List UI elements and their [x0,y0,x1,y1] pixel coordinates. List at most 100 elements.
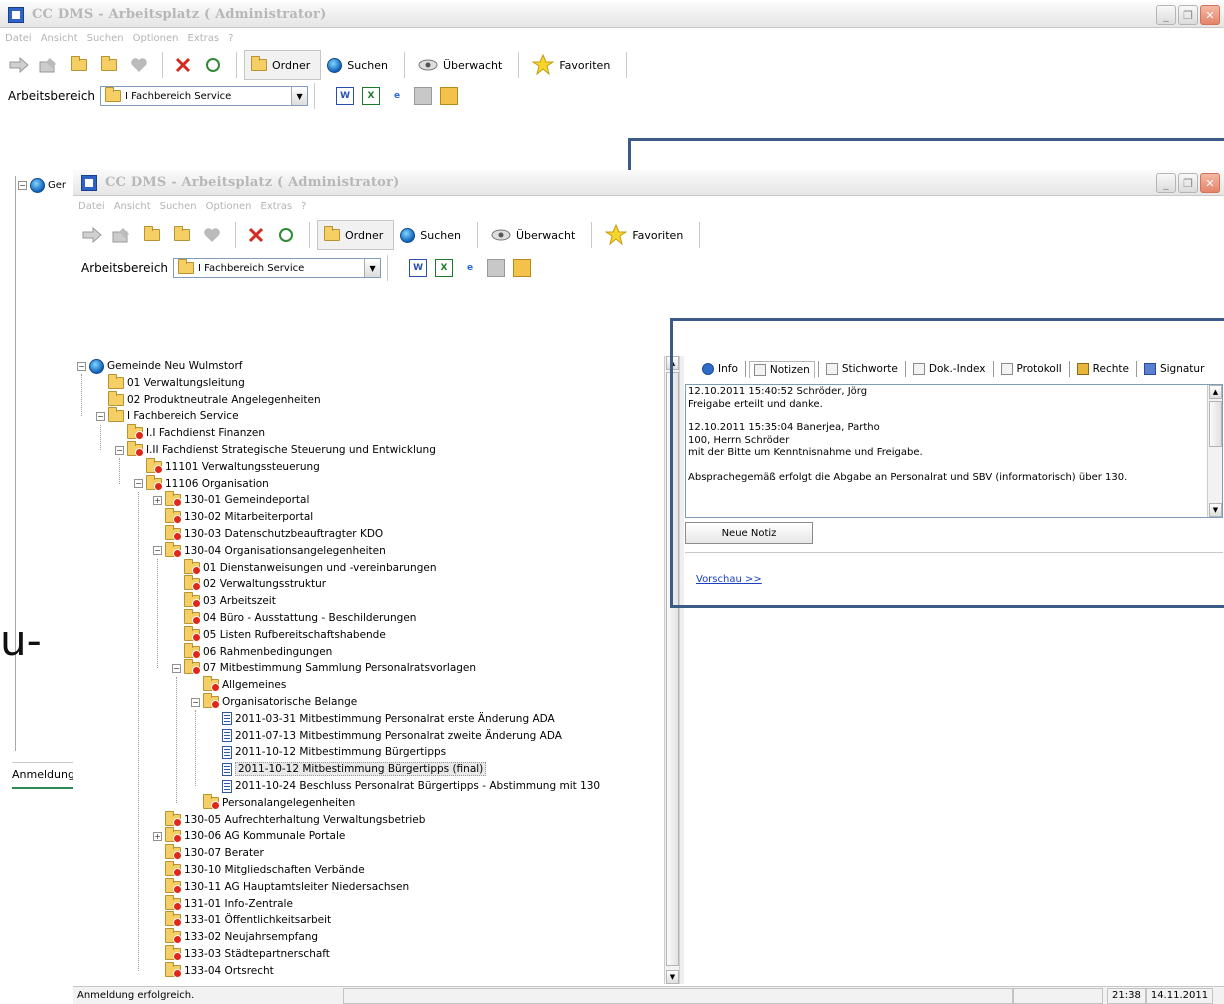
minimize-button[interactable]: _ [1156,5,1176,25]
suchen-button[interactable]: Suchen [321,50,398,80]
ueberwacht-button[interactable]: Überwacht [412,50,512,80]
menu-extras[interactable]: Extras [261,201,293,212]
tree-item-selected[interactable]: 2011-10-12 Mitbestimmung Bürgertipps (fi… [210,761,487,777]
folder-up-icon[interactable] [169,222,195,248]
excel-icon[interactable]: X [362,87,381,105]
collapse-icon[interactable]: − [134,479,143,489]
tree-item[interactable]: Personalangelegenheiten [191,793,355,811]
menu-optionen[interactable]: Optionen [133,33,179,44]
scanner-icon[interactable] [487,259,506,277]
tree-item[interactable]: 02 Produktneutrale Angelegenheiten [96,390,321,408]
tree-item[interactable]: − I.II Fachdienst Strategische Steuerung … [115,441,436,458]
tab-info[interactable]: Info [698,361,742,377]
tree-item[interactable]: − 11106 Organisation [134,474,269,492]
tree-item[interactable]: +130-06 AG Kommunale Portale [153,827,345,844]
scroll-up-icon[interactable]: ▲ [1209,385,1222,399]
notes-scrollbar[interactable]: ▲ ▼ [1207,385,1222,517]
tree-item[interactable]: Allgemeines [191,676,286,693]
tree-item[interactable]: 02 Verwaltungsstruktur [172,575,326,592]
restore-button[interactable]: ❐ [1178,173,1198,193]
edit-icon[interactable] [109,222,135,248]
tree-scrollbar[interactable]: ▲ ▼ [664,356,679,984]
tree-item[interactable]: 06 Rahmenbedingungen [172,642,332,660]
tree-item[interactable]: 133-04 Ortsrecht [153,961,274,979]
excel-icon[interactable]: X [435,259,454,277]
refresh-icon[interactable] [200,52,226,78]
tree-item[interactable]: I.I Fachdienst Finanzen [115,424,265,441]
expand-icon[interactable]: + [153,831,162,841]
tree-item[interactable]: 2011-03-31 Mitbestimmung Personalrat ers… [210,711,555,727]
minimize-button[interactable]: _ [1156,173,1176,193]
tree-item[interactable]: 133-02 Neujahrsempfang [153,928,318,945]
tree-item[interactable]: 130-02 Mitarbeiterportal [153,508,313,525]
word-icon[interactable]: W [336,87,355,105]
menu-ansicht[interactable]: Ansicht [41,33,78,44]
preview-link[interactable]: Vorschau >> [696,574,762,585]
tab-notizen[interactable]: Notizen [748,360,815,378]
suchen-button[interactable]: Suchen [394,220,471,250]
collapse-icon[interactable]: − [115,445,124,455]
tree-item[interactable]: 131-01 Info-Zentrale [153,894,293,912]
tree-item[interactable]: 01 Verwaltungsleitung [96,373,245,391]
menu-datei[interactable]: Datei [78,201,105,212]
tab-signatur[interactable]: Signatur [1140,361,1208,377]
open-folder-icon[interactable] [66,52,92,78]
scanner-icon[interactable] [414,87,433,105]
forward-arrow-icon[interactable] [6,52,32,78]
workspace-select[interactable]: I Fachbereich Service ▼ [100,86,309,106]
menu-help[interactable]: ? [301,201,306,212]
scroll-thumb[interactable] [666,372,679,966]
edit-icon[interactable] [36,52,62,78]
tree-item[interactable]: − 07 Mitbestimmung Sammlung Personalratsv… [172,659,476,676]
new-note-button[interactable]: Neue Notiz [685,522,813,544]
tree-item[interactable]: 03 Arbeitszeit [172,592,276,609]
tree-item[interactable]: 2011-10-24 Beschluss Personalrat Bürgert… [210,778,600,794]
scroll-thumb[interactable] [1209,401,1222,447]
favoriten-button[interactable]: Favoriten [526,50,620,80]
collapse-icon[interactable]: − [153,546,162,556]
tree-item[interactable]: 05 Listen Rufbereitschaftshabende [172,625,386,643]
tree-item[interactable]: − I Fachbereich Service [96,407,239,424]
notes-area[interactable]: 12.10.2011 15:40:52 Schröder, Jörg Freiga… [685,384,1223,518]
tree-item[interactable]: − Organisatorische Belange [191,693,357,710]
menu-optionen[interactable]: Optionen [206,201,252,212]
import-icon[interactable] [440,87,459,105]
tree-item[interactable]: − Gemeinde Neu Wulmstorf [77,358,242,374]
tab-rechte[interactable]: Rechte [1073,361,1133,377]
folder-up-icon[interactable] [96,52,122,78]
delete-icon[interactable] [243,222,269,248]
chevron-down-icon[interactable]: ▼ [364,259,381,277]
collapse-icon[interactable]: − [96,411,105,421]
tree-item[interactable]: 04 Büro - Ausstattung - Beschilderungen [172,609,416,626]
favoriten-button[interactable]: Favoriten [599,220,693,250]
menu-extras[interactable]: Extras [188,33,220,44]
delete-icon[interactable] [170,52,196,78]
tab-dok-index[interactable]: Dok.-Index [909,361,990,377]
close-button[interactable]: ✕ [1200,173,1220,193]
heart-icon[interactable] [126,52,152,78]
menu-help[interactable]: ? [228,33,233,44]
ordner-button[interactable]: Ordner [244,50,322,80]
import-icon[interactable] [513,259,532,277]
tree-item[interactable]: 2011-10-12 Mitbestimmung Bürgertipps [210,744,446,760]
tree-item[interactable]: − 130-04 Organisationsangelegenheiten [153,541,386,559]
collapse-icon[interactable]: − [191,697,200,707]
tree-item[interactable]: 2011-07-13 Mitbestimmung Personalrat zwe… [210,728,562,744]
tree-item[interactable]: 130-10 Mitgliedschaften Verbände [153,861,365,878]
scroll-down-icon[interactable]: ▼ [666,970,679,984]
close-button[interactable]: ✕ [1200,5,1220,25]
tree-item[interactable]: 130-11 AG Hauptamtsleiter Niedersachsen [153,877,409,895]
ordner-button[interactable]: Ordner [317,220,395,250]
heart-icon[interactable] [199,222,225,248]
expand-icon[interactable]: + [153,495,162,505]
tree-item[interactable]: 130-07 Berater [153,844,264,861]
scroll-up-icon[interactable]: ▲ [666,356,679,370]
collapse-icon[interactable]: − [172,663,181,673]
open-folder-icon[interactable] [139,222,165,248]
menu-suchen[interactable]: Suchen [160,201,197,212]
tree-item[interactable]: 133-03 Städtepartnerschaft [153,945,330,962]
chevron-down-icon[interactable]: ▼ [291,87,308,105]
ueberwacht-button[interactable]: Überwacht [485,220,585,250]
scroll-down-icon[interactable]: ▼ [1209,503,1222,517]
tree-item[interactable]: 01 Dienstanweisungen und -vereinbarungen [172,558,436,576]
